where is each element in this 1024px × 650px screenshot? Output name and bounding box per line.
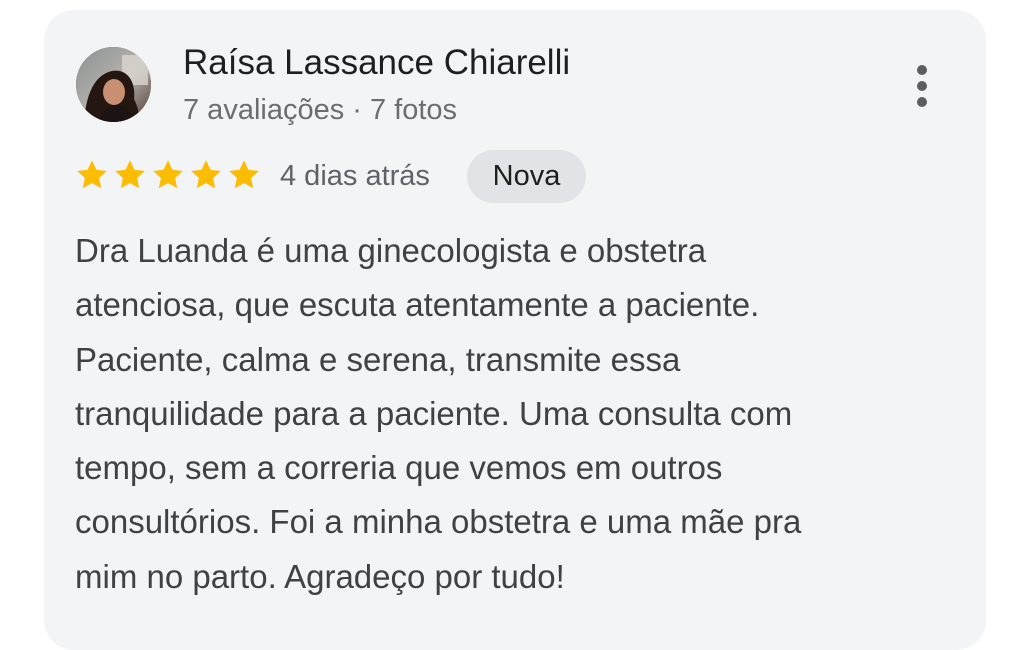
profile-photo: [76, 47, 151, 122]
more-vertical-icon: [917, 65, 927, 75]
review-text-line: tranquilidade para a paciente. Uma consu…: [75, 394, 793, 432]
reviewer-name[interactable]: Raísa Lassance Chiarelli: [183, 41, 570, 85]
new-badge: Nova: [467, 150, 586, 203]
review-text-line: Paciente, calma e serena, transmite essa: [75, 340, 681, 378]
reviewer-stats: 7 avaliações · 7 fotos: [183, 94, 458, 126]
review-text-line: atenciosa, que escuta atentamente a paci…: [75, 286, 760, 324]
review-text-line: tempo, sem a correria que vemos em outro…: [75, 449, 723, 487]
star-icon: [153, 160, 183, 189]
review-text-line: consultórios. Foi a minha obstetra e uma…: [75, 503, 802, 541]
star-icon: [115, 160, 145, 189]
review-date: 4 dias atrás: [280, 160, 430, 192]
more-options-button[interactable]: [900, 58, 944, 114]
star-icon: [77, 160, 107, 189]
more-vertical-icon-dot: [917, 97, 927, 107]
review-text: Dra Luanda é uma ginecologista e obstetr…: [75, 224, 955, 604]
review-text-line: mim no parto. Agradeço por tudo!: [75, 557, 565, 595]
star-rating: [74, 155, 262, 195]
more-vertical-icon-dot: [917, 81, 927, 91]
star-icon: [191, 160, 221, 189]
reviewer-avatar[interactable]: [76, 47, 151, 122]
review-text-line: Dra Luanda é uma ginecologista e obstetr…: [75, 232, 707, 269]
star-icon: [229, 160, 259, 189]
